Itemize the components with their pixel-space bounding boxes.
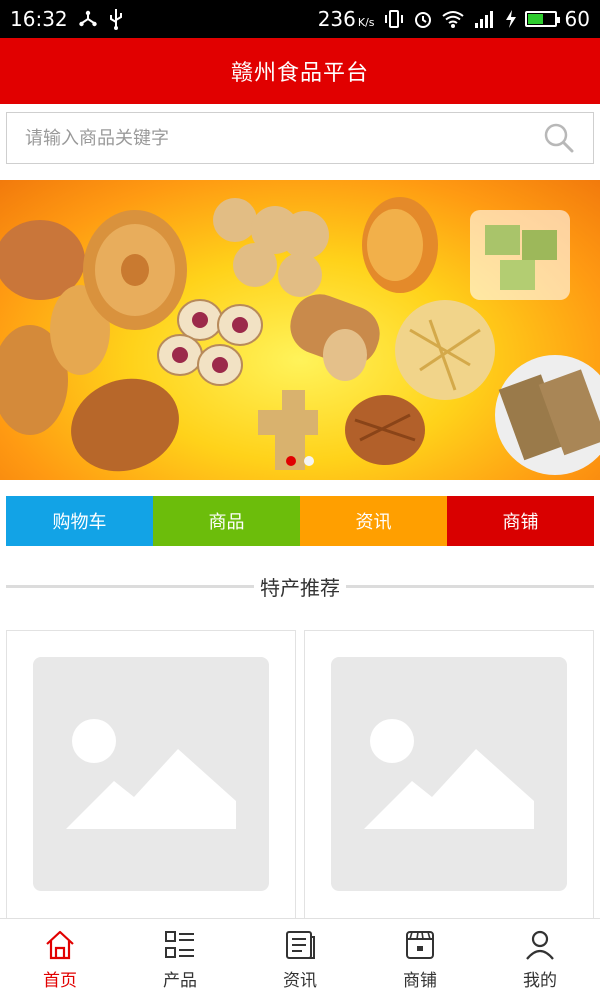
product-grid [6,630,594,930]
bottom-nav: 首页 产品 资讯 商铺 我的 [0,918,600,1000]
shop-icon [403,928,437,962]
nav-item-home[interactable]: 首页 [0,919,120,1000]
banner-image [0,197,600,475]
share-icon [78,9,98,29]
quick-nav: 购物车 商品 资讯 商铺 [6,496,594,546]
nav-item-profile[interactable]: 我的 [480,919,600,1000]
usb-icon [108,8,124,30]
user-icon [523,928,557,962]
search-input[interactable] [25,127,543,149]
vibrate-icon [383,9,405,29]
status-time: 16:32 [10,7,68,31]
quick-nav-shops[interactable]: 商铺 [447,496,594,546]
battery-icon [524,11,560,27]
quick-nav-news[interactable]: 资讯 [300,496,447,546]
network-speed: 236 K/s [317,7,375,31]
image-placeholder-icon [331,657,567,891]
status-bar: 16:32 236 K/s 60 [0,0,600,38]
banner-carousel[interactable] [0,180,600,480]
charging-icon [505,9,517,29]
carousel-dot[interactable] [304,456,314,466]
image-placeholder-icon [33,657,269,891]
section-title: 特产推荐 [260,575,340,600]
quick-nav-products[interactable]: 商品 [153,496,300,546]
nav-item-shops[interactable]: 商铺 [360,919,480,1000]
divider [6,584,254,588]
alarm-icon [413,9,433,29]
home-icon [43,928,77,962]
news-icon [283,928,317,962]
carousel-dot[interactable] [286,456,296,466]
quick-nav-cart[interactable]: 购物车 [6,496,153,546]
page-title: 赣州食品平台 [230,61,369,86]
app-header: 赣州食品平台 [0,38,600,104]
search-bar [6,112,594,164]
search-icon[interactable] [543,122,575,154]
nav-item-products[interactable]: 产品 [120,919,240,1000]
product-card[interactable] [304,630,594,930]
nav-item-news[interactable]: 资讯 [240,919,360,1000]
signal-icon [473,9,497,29]
section-header: 特产推荐 [6,568,594,604]
battery-percent: 60 [564,7,590,31]
wifi-icon [441,9,465,29]
grid-list-icon [163,928,197,962]
divider [346,584,594,588]
carousel-indicator [0,456,600,466]
product-card[interactable] [6,630,296,930]
